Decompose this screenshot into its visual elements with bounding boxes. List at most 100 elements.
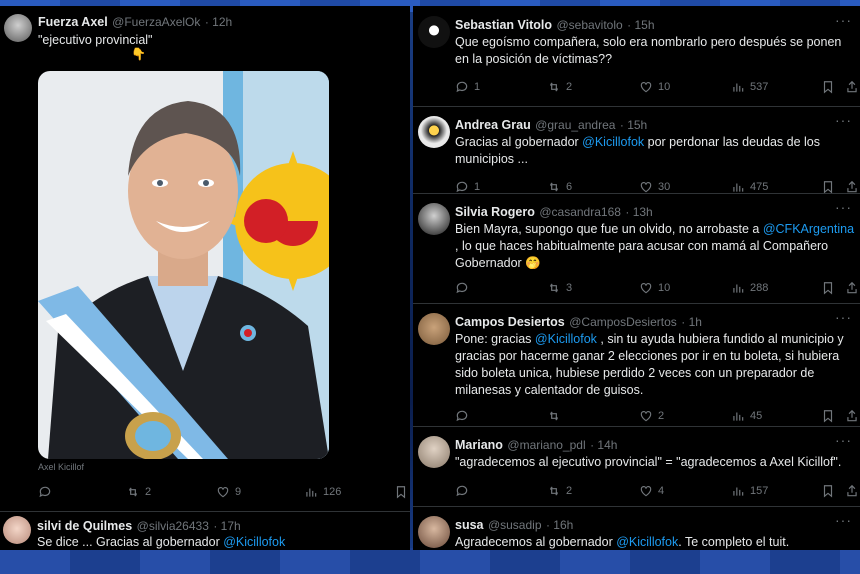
author-name[interactable]: Campos Desiertos bbox=[455, 315, 565, 329]
mention-link[interactable]: @Kicillofok bbox=[582, 135, 644, 149]
author-handle[interactable]: @mariano_pdl bbox=[507, 438, 585, 452]
tweet-header: Campos Desiertos @CamposDesiertos · 1h bbox=[455, 313, 702, 331]
like-button[interactable]: 10 bbox=[639, 281, 670, 295]
retweet-count: 2 bbox=[145, 486, 152, 498]
share-button[interactable] bbox=[845, 80, 859, 94]
share-button[interactable] bbox=[845, 484, 859, 498]
retweet-button[interactable]: 2 bbox=[547, 80, 572, 94]
more-options-icon[interactable]: ··· bbox=[835, 432, 852, 448]
retweet-button[interactable]: 3 bbox=[547, 281, 572, 295]
bookmark-button[interactable] bbox=[821, 484, 835, 498]
views-button[interactable]: 475 bbox=[731, 180, 768, 194]
share-icon bbox=[847, 409, 857, 422]
tweet-time[interactable]: · 16h bbox=[546, 518, 573, 532]
avatar[interactable] bbox=[4, 14, 32, 42]
author-name[interactable]: Andrea Grau bbox=[455, 118, 531, 132]
mention-link[interactable]: @Kicillofok bbox=[535, 332, 597, 346]
author-handle[interactable]: @casandra168 bbox=[539, 205, 621, 219]
author-handle[interactable]: @grau_andrea bbox=[535, 118, 615, 132]
like-count: 2 bbox=[658, 410, 665, 422]
views-count: 126 bbox=[323, 486, 342, 498]
avatar[interactable] bbox=[418, 313, 450, 345]
tweet-actions: 3 10 288 bbox=[455, 281, 857, 297]
share-button[interactable] bbox=[845, 409, 859, 423]
bookmark-button[interactable] bbox=[821, 281, 835, 295]
reply-button[interactable] bbox=[455, 484, 474, 498]
views-button[interactable]: 157 bbox=[731, 484, 768, 498]
retweet-icon bbox=[550, 411, 558, 421]
mention-link[interactable]: @CFKArgentina bbox=[763, 222, 854, 236]
reply-button[interactable] bbox=[455, 281, 474, 295]
tweet-text: Pone: gracias @Kicillofok , sin tu ayuda… bbox=[455, 331, 855, 399]
author-name[interactable]: Sebastian Vitolo bbox=[455, 18, 552, 32]
views-button[interactable]: 45 bbox=[731, 409, 762, 423]
more-options-icon[interactable]: ··· bbox=[835, 199, 852, 215]
like-button[interactable]: 4 bbox=[639, 484, 664, 498]
avatar[interactable] bbox=[418, 436, 450, 468]
tweet-actions: 2 45 bbox=[455, 409, 857, 425]
share-button[interactable] bbox=[845, 281, 859, 295]
retweet-button[interactable]: 6 bbox=[547, 180, 572, 194]
author-name[interactable]: susa bbox=[455, 518, 484, 532]
avatar[interactable] bbox=[3, 516, 31, 544]
reply-button[interactable] bbox=[38, 485, 57, 499]
more-options-icon[interactable]: ··· bbox=[835, 309, 852, 325]
reply-button[interactable]: 1 bbox=[455, 180, 480, 194]
author-handle[interactable]: @CamposDesiertos bbox=[569, 315, 677, 329]
share-icon bbox=[847, 484, 857, 497]
avatar[interactable] bbox=[418, 516, 450, 548]
views-button[interactable]: 126 bbox=[304, 485, 341, 499]
reply-icon bbox=[456, 282, 468, 294]
bookmark-button[interactable] bbox=[821, 409, 835, 423]
avatar[interactable] bbox=[418, 203, 450, 235]
bookmark-button[interactable] bbox=[394, 485, 408, 499]
retweet-button[interactable]: 2 bbox=[547, 484, 572, 498]
retweet-count: 2 bbox=[566, 81, 573, 93]
share-button[interactable] bbox=[845, 180, 859, 194]
tweet-header: Sebastian Vitolo @sebavitolo · 15h bbox=[455, 16, 655, 34]
tweet-text: Agradecemos al gobernador @Kicillofok. T… bbox=[455, 534, 855, 551]
tweet-time[interactable]: · 1h bbox=[681, 315, 702, 329]
avatar[interactable] bbox=[418, 16, 450, 48]
author-handle[interactable]: @FuerzaAxelOk bbox=[112, 15, 200, 29]
like-count: 9 bbox=[235, 486, 242, 498]
avatar[interactable] bbox=[418, 116, 450, 148]
heart-icon bbox=[217, 487, 229, 498]
bookmark-button[interactable] bbox=[821, 180, 835, 194]
like-button[interactable]: 2 bbox=[639, 409, 664, 423]
bookmark-button[interactable] bbox=[821, 80, 835, 94]
author-name[interactable]: Silvia Rogero bbox=[455, 205, 535, 219]
author-name[interactable]: silvi de Quilmes bbox=[37, 519, 132, 533]
author-handle[interactable]: @silvia26433 bbox=[137, 519, 209, 533]
author-handle[interactable]: @sebavitolo bbox=[556, 18, 622, 32]
author-name[interactable]: Fuerza Axel bbox=[38, 15, 108, 29]
like-button[interactable]: 9 bbox=[216, 485, 241, 499]
reply-button[interactable]: 1 bbox=[455, 80, 480, 94]
tweet-time[interactable]: · 17h bbox=[213, 519, 240, 533]
views-button[interactable]: 288 bbox=[731, 281, 768, 295]
retweet-button[interactable] bbox=[547, 409, 566, 423]
retweet-button[interactable]: 2 bbox=[126, 485, 151, 499]
like-button[interactable]: 10 bbox=[639, 80, 670, 94]
mention-link[interactable]: @Kicillofok bbox=[616, 535, 678, 549]
tweet-time[interactable]: · 12h bbox=[205, 15, 232, 29]
reply-icon bbox=[456, 485, 468, 497]
author-name[interactable]: Mariano bbox=[455, 438, 503, 452]
tweet-time[interactable]: · 14h bbox=[590, 438, 617, 452]
tweet-time[interactable]: · 15h bbox=[620, 118, 647, 132]
tweet-time[interactable]: · 15h bbox=[627, 18, 654, 32]
views-count: 157 bbox=[750, 485, 769, 497]
like-button[interactable]: 30 bbox=[639, 180, 670, 194]
more-options-icon[interactable]: ··· bbox=[835, 512, 852, 528]
mention-link[interactable]: @Kicillofok bbox=[223, 535, 285, 549]
tweet-header: Silvia Rogero @casandra168 · 13h bbox=[455, 203, 653, 221]
more-options-icon[interactable]: ··· bbox=[835, 12, 852, 28]
tweet-time[interactable]: · 13h bbox=[625, 205, 652, 219]
views-count: 288 bbox=[750, 282, 769, 294]
reply-button[interactable] bbox=[455, 409, 474, 423]
author-handle[interactable]: @susadip bbox=[488, 518, 542, 532]
more-options-icon[interactable]: ··· bbox=[835, 112, 852, 128]
tweet-image[interactable] bbox=[38, 71, 329, 459]
tweet-text: "agradecemos al ejecutivo provincial" = … bbox=[455, 454, 855, 471]
views-button[interactable]: 537 bbox=[731, 80, 768, 94]
